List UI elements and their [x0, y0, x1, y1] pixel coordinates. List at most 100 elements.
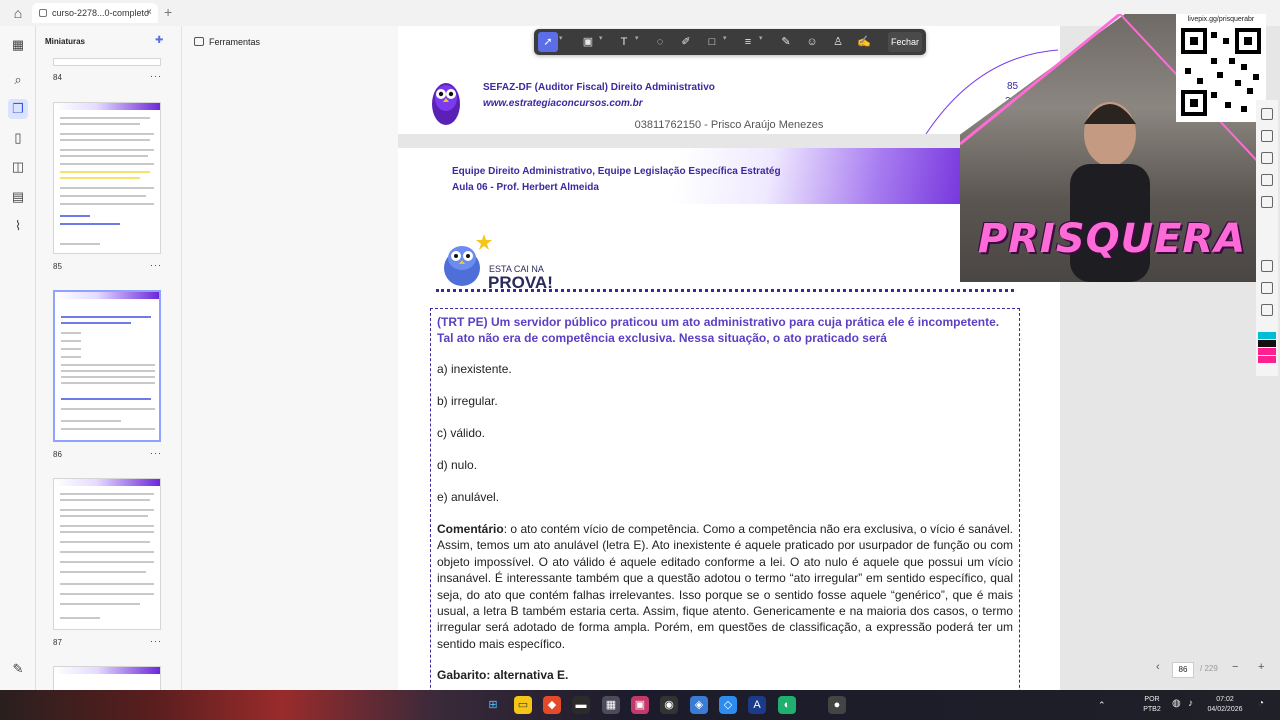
- sticker-tool-icon[interactable]: ☺: [802, 32, 822, 52]
- browser-tab[interactable]: curso-2278...0-completo ×: [32, 3, 158, 23]
- camera-tool-icon[interactable]: [1261, 282, 1273, 294]
- eraser-tool-icon[interactable]: [1261, 130, 1273, 142]
- previous-page-icon[interactable]: ‹: [1156, 661, 1160, 673]
- highlight-tool-icon[interactable]: ✐: [676, 32, 696, 52]
- cursor-tool-icon[interactable]: [1261, 108, 1273, 120]
- course-header-line2: Aula 06 - Prof. Herbert Almeida: [452, 182, 599, 193]
- option-c: c) válido.: [437, 426, 486, 440]
- shape-tool-icon[interactable]: □: [702, 32, 722, 52]
- course-header-line1: Equipe Direito Administrativo, Equipe Le…: [452, 166, 781, 177]
- text-tool-icon[interactable]: T: [614, 32, 634, 52]
- calculator-icon[interactable]: ▦: [602, 696, 620, 714]
- comment-icon[interactable]: ◫: [8, 157, 28, 177]
- signature-tool-icon[interactable]: ✍: [854, 32, 874, 52]
- new-tab-button[interactable]: +: [164, 4, 172, 20]
- right-tool-column: [1256, 100, 1278, 376]
- obs-studio-icon[interactable]: ●: [828, 696, 846, 714]
- language-code: POR: [1144, 696, 1160, 703]
- home-icon[interactable]: ⌂: [10, 5, 26, 21]
- thumbnail-page-86[interactable]: [53, 290, 161, 442]
- streamer-brand-text: PRISQUERA: [977, 216, 1247, 262]
- volume-icon[interactable]: ♪: [1188, 699, 1193, 709]
- apps-grid-icon[interactable]: ▦: [8, 35, 28, 55]
- tools-label: Ferramentas: [209, 37, 261, 47]
- zoom-in-icon[interactable]: +: [1258, 661, 1264, 673]
- thumbnail-more-84[interactable]: ···: [150, 71, 162, 81]
- layers-icon[interactable]: ▤: [8, 187, 28, 207]
- trash-tool-icon[interactable]: [1261, 260, 1273, 272]
- thumbnail-page-88[interactable]: [53, 666, 161, 690]
- browser-tab-title: curso-2278...0-completo: [52, 8, 150, 18]
- pencil-tool-icon[interactable]: [1261, 174, 1273, 186]
- signature-icon[interactable]: ✎: [8, 659, 28, 679]
- clock[interactable]: 07:02 04/02/2026: [1204, 695, 1246, 715]
- terminal-icon[interactable]: ▬: [572, 696, 590, 714]
- answer-key: Gabarito: alternativa E.: [437, 668, 569, 682]
- pdf-reader-icon[interactable]: A: [748, 696, 766, 714]
- total-pages: / 229: [1200, 664, 1218, 673]
- obs-icon[interactable]: ◉: [660, 696, 678, 714]
- pink-swatch[interactable]: [1258, 348, 1276, 355]
- thumbnail-page-84[interactable]: [53, 58, 161, 66]
- black-swatch[interactable]: [1258, 340, 1276, 347]
- thumbnail-page-87[interactable]: [53, 478, 161, 630]
- thumbnails-header: Miniaturas: [45, 37, 86, 46]
- app-store-icon[interactable]: ◈: [690, 696, 708, 714]
- esta-cai-na-prova-logo: ESTA CAI NA PROVA!: [436, 230, 566, 292]
- brush-tool-icon[interactable]: [1261, 196, 1273, 208]
- thumbnail-label-86: 86: [53, 450, 62, 459]
- option-a: a) inexistente.: [437, 362, 512, 376]
- thumbnail-page-85[interactable]: [53, 102, 161, 254]
- language-indicator[interactable]: POR PTB2: [1140, 695, 1164, 715]
- livepix-qr-code: livepix.gg/prisquerabr: [1176, 14, 1266, 122]
- annotation-toolbar: ➚ ▾ ▣ ▾ T ▾ ◌ ✐ □ ▾ ≡ ▾ ✎ ☺ ♙ ✍ Fechar: [534, 29, 926, 55]
- attachment-icon[interactable]: ⌇: [8, 216, 28, 236]
- option-b: b) irregular.: [437, 394, 498, 408]
- page-navigator: ‹ 86 / 229 − +: [1148, 660, 1278, 680]
- file-explorer-icon[interactable]: ▭: [514, 696, 532, 714]
- stamp-tool-icon[interactable]: ♙: [828, 32, 848, 52]
- underline-tool-icon[interactable]: ≡: [738, 32, 758, 52]
- network-icon[interactable]: ◍: [1172, 699, 1181, 709]
- current-page-input[interactable]: 86: [1172, 662, 1194, 678]
- thumbnail-more-85[interactable]: ···: [150, 260, 162, 270]
- magenta-swatch[interactable]: [1258, 356, 1276, 363]
- pin-icon[interactable]: ✚: [155, 35, 163, 46]
- thumbnail-more-86[interactable]: ···: [150, 448, 162, 458]
- thumbnails-panel: Miniaturas ✚ 84 ··· 85 ··· 86 ··· 87 ···: [36, 26, 182, 690]
- select-tool-icon[interactable]: ➚: [538, 32, 558, 52]
- qr-caption: livepix.gg/prisquerabr: [1187, 16, 1255, 23]
- clipboard-tool-icon[interactable]: [1261, 304, 1273, 316]
- close-tab-icon[interactable]: ×: [146, 3, 152, 23]
- vscode-icon[interactable]: ◇: [719, 696, 737, 714]
- comment-text: : o ato contém vício de competência. Com…: [437, 522, 1013, 651]
- thumbnails-icon[interactable]: ❐: [8, 99, 28, 119]
- thumbnail-more-87[interactable]: ···: [150, 636, 162, 646]
- zoom-out-icon[interactable]: −: [1232, 661, 1238, 673]
- tray-overflow-icon[interactable]: ⌃: [1098, 700, 1106, 710]
- tools-panel: Ferramentas: [182, 26, 398, 690]
- edge-browser-icon[interactable]: ◐: [778, 696, 796, 714]
- windows-taskbar: ⊞ ▭ ◆ ▬ ▦ ▣ ◉ ◈ ◇ A ◐ ● ⌃ POR PTB2 ◍ ♪ 07…: [0, 690, 1280, 720]
- cyan-swatch[interactable]: [1258, 332, 1276, 339]
- close-toolbar-button[interactable]: Fechar: [888, 32, 922, 52]
- media-app-icon[interactable]: ▣: [631, 696, 649, 714]
- owl-mascot-icon: [444, 234, 492, 286]
- keyboard-layout: PTB2: [1143, 706, 1161, 713]
- comment-tool-icon[interactable]: ◌: [650, 32, 670, 52]
- start-icon[interactable]: ⊞: [484, 696, 502, 714]
- pen-tool-icon[interactable]: ✎: [776, 32, 796, 52]
- thumbnail-label-85: 85: [53, 262, 62, 271]
- comment-label: Comentário: [437, 522, 504, 536]
- notifications-icon[interactable]: ◔: [1258, 699, 1264, 709]
- bookmark-icon[interactable]: ▯: [8, 128, 28, 148]
- marker-tool-icon[interactable]: [1261, 152, 1273, 164]
- search-icon[interactable]: ⌕: [8, 70, 28, 90]
- brave-browser-icon[interactable]: ◆: [543, 696, 561, 714]
- tools-icon: [194, 37, 204, 46]
- dotted-divider: [436, 289, 1014, 292]
- comment-paragraph: Comentário: o ato contém vício de compet…: [437, 521, 1013, 652]
- text-box-tool-icon[interactable]: ▣: [578, 32, 598, 52]
- tools-button[interactable]: Ferramentas: [194, 37, 260, 47]
- document-icon: [39, 9, 47, 17]
